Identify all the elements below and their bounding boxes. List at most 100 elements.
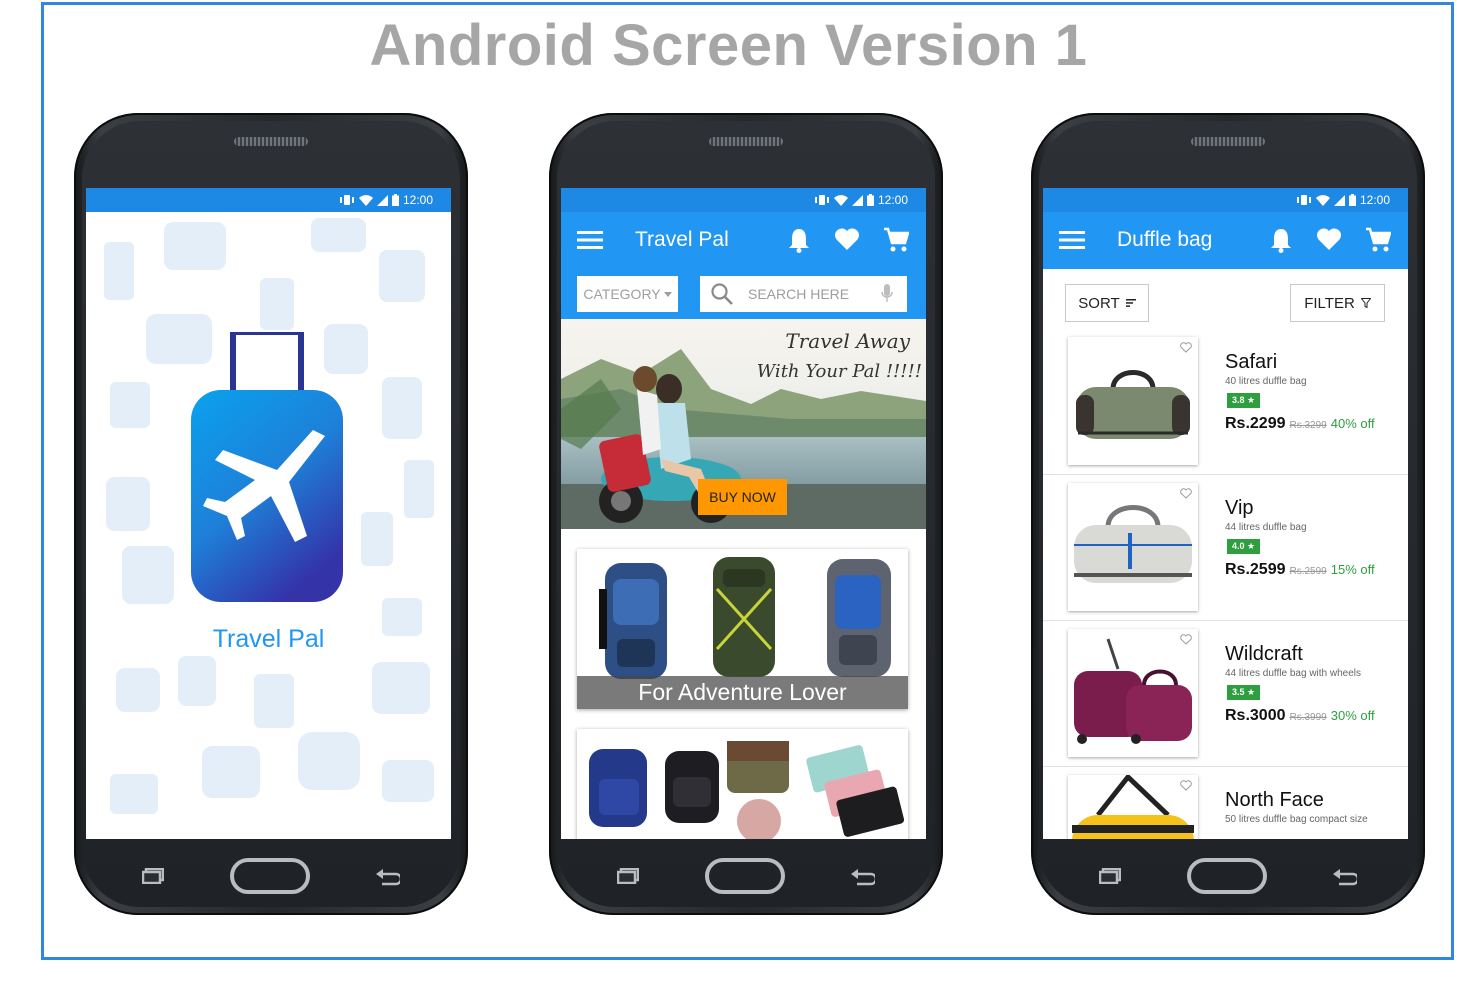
product-price: Rs.2599 — [1225, 561, 1286, 578]
price-row: Rs.2599 Rs.2599 15% off — [1225, 561, 1375, 579]
app-name: Travel Pal — [212, 625, 325, 653]
back-icon[interactable] — [1331, 866, 1357, 886]
product-price: Rs.2299 — [1225, 415, 1286, 432]
sort-button[interactable]: SORT — [1065, 284, 1149, 322]
battery-icon — [866, 194, 874, 206]
recent-apps-icon[interactable] — [617, 868, 639, 884]
vibrate-icon — [339, 195, 354, 205]
product-description: 44 litres duffle bag — [1225, 522, 1307, 533]
chevron-down-icon — [663, 291, 672, 297]
heart-outline-icon[interactable] — [1180, 342, 1192, 353]
promo-banner: Travel Away With Your Pal !!!!! BUY NOW — [561, 319, 926, 529]
back-icon[interactable] — [849, 866, 875, 886]
product-name: Safari — [1225, 351, 1278, 373]
filter-button[interactable]: FILTER — [1290, 284, 1385, 322]
search-input[interactable]: SEARCH HERE — [700, 276, 907, 312]
category-dropdown[interactable]: CATEGORY — [577, 276, 678, 312]
notification-bell-icon[interactable] — [788, 227, 810, 253]
buy-now-button[interactable]: BUY NOW — [698, 479, 787, 515]
heart-outline-icon[interactable] — [1180, 488, 1192, 499]
banner-headline: Travel Away — [785, 329, 910, 353]
earpiece-speaker — [1191, 137, 1265, 146]
wifi-icon — [358, 194, 373, 206]
vibrate-icon — [814, 195, 829, 205]
earpiece-speaker — [234, 137, 308, 146]
product-description: 50 litres duffle bag compact size — [1225, 814, 1368, 825]
product-image — [1068, 775, 1198, 839]
phone-home: 12:00 Travel Pal CATEGORY SEARCH HERE Tr… — [549, 113, 943, 915]
menu-icon[interactable] — [577, 231, 603, 249]
product-description: 44 litres duffle bag with wheels — [1225, 668, 1362, 679]
product-image — [1068, 629, 1198, 757]
list-item[interactable]: Safari 40 litres duffle bag 3.8 ★ Rs.229… — [1043, 329, 1408, 475]
wifi-icon — [1315, 194, 1330, 206]
cart-icon[interactable] — [883, 227, 909, 253]
toolbar-title: Travel Pal — [635, 228, 729, 251]
cart-icon[interactable] — [1365, 227, 1391, 253]
search-row: CATEGORY SEARCH HERE — [561, 269, 926, 319]
phone-splash: 12:00 Travel Pal — [74, 113, 468, 915]
product-name: Wildcraft — [1225, 643, 1303, 665]
splash-background: Travel Pal — [86, 212, 451, 839]
status-time: 12:00 — [402, 193, 433, 207]
status-time: 12:00 — [877, 193, 908, 207]
page-title: Android Screen Version 1 — [369, 13, 1088, 78]
wishlist-heart-icon[interactable] — [1316, 227, 1342, 251]
sort-filter-row: SORT FILTER — [1043, 269, 1408, 329]
discount: 40% off — [1330, 416, 1375, 431]
phone-product-list: 12:00 Duffle bag SORT FILTER Safari 40 l… — [1031, 113, 1425, 915]
product-image — [1068, 337, 1198, 465]
menu-icon[interactable] — [1059, 231, 1085, 249]
search-placeholder: SEARCH HERE — [748, 286, 850, 302]
category-card-adventure[interactable]: For Adventure Lover — [577, 549, 908, 709]
status-bar: 12:00 — [561, 188, 926, 212]
original-price: Rs.3299 — [1289, 420, 1327, 431]
duffle-bag-image — [1074, 505, 1192, 583]
duffle-bag-image — [1074, 638, 1192, 744]
status-bar: 12:00 — [86, 188, 451, 212]
category-label: CATEGORY — [583, 286, 661, 302]
heart-outline-icon[interactable] — [1180, 634, 1192, 645]
status-time: 12:00 — [1359, 193, 1390, 207]
battery-icon — [1348, 194, 1356, 206]
list-item[interactable]: Wildcraft 44 litres duffle bag with whee… — [1043, 621, 1408, 767]
duffle-bag-image — [1072, 775, 1194, 839]
bags-wallets-image — [577, 729, 908, 839]
filter-icon — [1360, 298, 1371, 308]
recent-apps-icon[interactable] — [1099, 868, 1121, 884]
rating-badge: 3.8 ★ — [1227, 393, 1261, 408]
earpiece-speaker — [709, 137, 783, 146]
home-button[interactable] — [230, 858, 310, 894]
list-item[interactable]: Vip 44 litres duffle bag 4.0 ★ Rs.2599 R… — [1043, 475, 1408, 621]
microphone-icon[interactable] — [881, 284, 893, 304]
search-icon — [711, 283, 733, 305]
app-toolbar: Duffle bag — [1043, 212, 1408, 269]
product-image — [1068, 483, 1198, 611]
rating-badge: 4.0 ★ — [1227, 539, 1261, 554]
card-caption: For Adventure Lover — [577, 676, 908, 709]
product-price: Rs.3000 — [1225, 707, 1286, 724]
home-button[interactable] — [705, 858, 785, 894]
toolbar-title: Duffle bag — [1117, 228, 1213, 251]
signal-icon — [1333, 194, 1345, 206]
battery-icon — [391, 194, 399, 206]
notification-bell-icon[interactable] — [1270, 227, 1292, 253]
wishlist-heart-icon[interactable] — [834, 227, 860, 251]
filter-label: FILTER — [1304, 294, 1355, 312]
home-button[interactable] — [1187, 858, 1267, 894]
wifi-icon — [833, 194, 848, 206]
list-item[interactable]: North Face 50 litres duffle bag compact … — [1043, 767, 1408, 839]
category-card-bags[interactable] — [577, 729, 908, 839]
travel-pal-logo — [191, 332, 343, 602]
product-name: North Face — [1225, 789, 1324, 811]
original-price: Rs.2599 — [1289, 566, 1327, 577]
sort-label: SORT — [1078, 294, 1120, 312]
back-icon[interactable] — [374, 866, 400, 886]
heart-outline-icon[interactable] — [1180, 780, 1192, 791]
banner-subline: With Your Pal !!!!! — [756, 361, 922, 382]
recent-apps-icon[interactable] — [142, 868, 164, 884]
vibrate-icon — [1296, 195, 1311, 205]
product-description: 40 litres duffle bag — [1225, 376, 1307, 387]
duffle-bag-image — [1076, 370, 1190, 439]
price-row: Rs.3000 Rs.3999 30% off — [1225, 707, 1375, 725]
